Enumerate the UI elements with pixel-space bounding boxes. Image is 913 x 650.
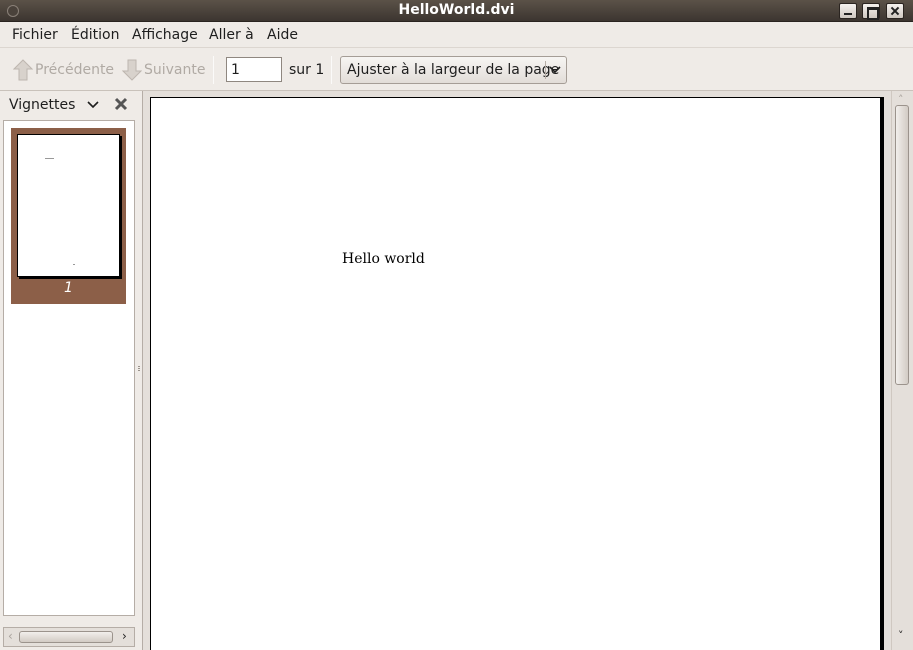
menu-affichage[interactable]: Affichage (132, 27, 198, 43)
next-page-label: Suivante (144, 62, 206, 78)
page-number-input[interactable] (226, 57, 282, 82)
zoom-select[interactable]: Ajuster à la largeur de la page (340, 56, 567, 84)
toolbar-separator (331, 56, 332, 84)
close-window-button[interactable] (886, 3, 904, 19)
sidebar-title: Vignettes (9, 97, 76, 113)
document-vertical-scrollbar[interactable]: ˄ ˅ (891, 91, 913, 650)
sidebar-header: Vignettes (0, 91, 138, 119)
menu-bar: Fichier Édition Affichage Aller à Aide (0, 22, 913, 47)
previous-page-label: Précédente (35, 62, 115, 78)
thumbnail-page-mark (73, 264, 75, 265)
zoom-select-value: Ajuster à la largeur de la page (347, 62, 560, 78)
thumbnail-page-preview (17, 134, 120, 277)
scrollbar-thumb[interactable] (19, 631, 113, 643)
document-text: Hello world (342, 251, 425, 267)
scroll-left-icon[interactable]: ‹ (8, 629, 13, 643)
next-page-button[interactable]: Suivante (121, 58, 206, 82)
window-title: HelloWorld.dvi (398, 2, 515, 18)
thumbnail-list[interactable]: 1 (3, 120, 135, 616)
combo-divider (545, 61, 546, 79)
page-total-label: sur 1 (289, 62, 325, 78)
title-bar: HelloWorld.dvi (0, 0, 913, 22)
arrow-up-icon (12, 59, 34, 81)
scroll-down-icon[interactable]: ˅ (898, 629, 904, 642)
document-page: Hello world (150, 97, 884, 650)
document-area: Hello world ˄ ˅ (142, 91, 913, 650)
thumbnail-label: 1 (64, 280, 73, 296)
menu-fichier[interactable]: Fichier (12, 27, 58, 43)
toolbar: Précédente Suivante sur 1 Ajuster à la l… (0, 47, 913, 91)
menu-aide[interactable]: Aide (267, 27, 298, 43)
chevron-down-icon (549, 66, 561, 74)
maximize-button[interactable] (862, 3, 880, 20)
previous-page-button[interactable]: Précédente (12, 58, 115, 82)
pane-resize-handle[interactable] (137, 365, 141, 375)
scroll-right-icon[interactable]: › (122, 629, 127, 643)
document-view[interactable]: Hello world (143, 91, 891, 650)
toolbar-separator (213, 56, 214, 84)
sidebar-horizontal-scrollbar[interactable]: ‹ › (3, 627, 135, 647)
arrow-down-icon (121, 59, 143, 81)
minimize-button[interactable] (839, 3, 857, 19)
menu-aller-a[interactable]: Aller à (209, 27, 254, 43)
scrollbar-thumb[interactable] (895, 105, 909, 385)
chevron-down-icon[interactable] (87, 100, 99, 110)
sidebar: Vignettes 1 ‹ › (0, 91, 138, 650)
thumbnail-text-line (45, 158, 54, 159)
menu-edition[interactable]: Édition (71, 27, 119, 43)
close-icon[interactable] (114, 97, 128, 111)
thumbnail-item[interactable]: 1 (11, 128, 126, 304)
